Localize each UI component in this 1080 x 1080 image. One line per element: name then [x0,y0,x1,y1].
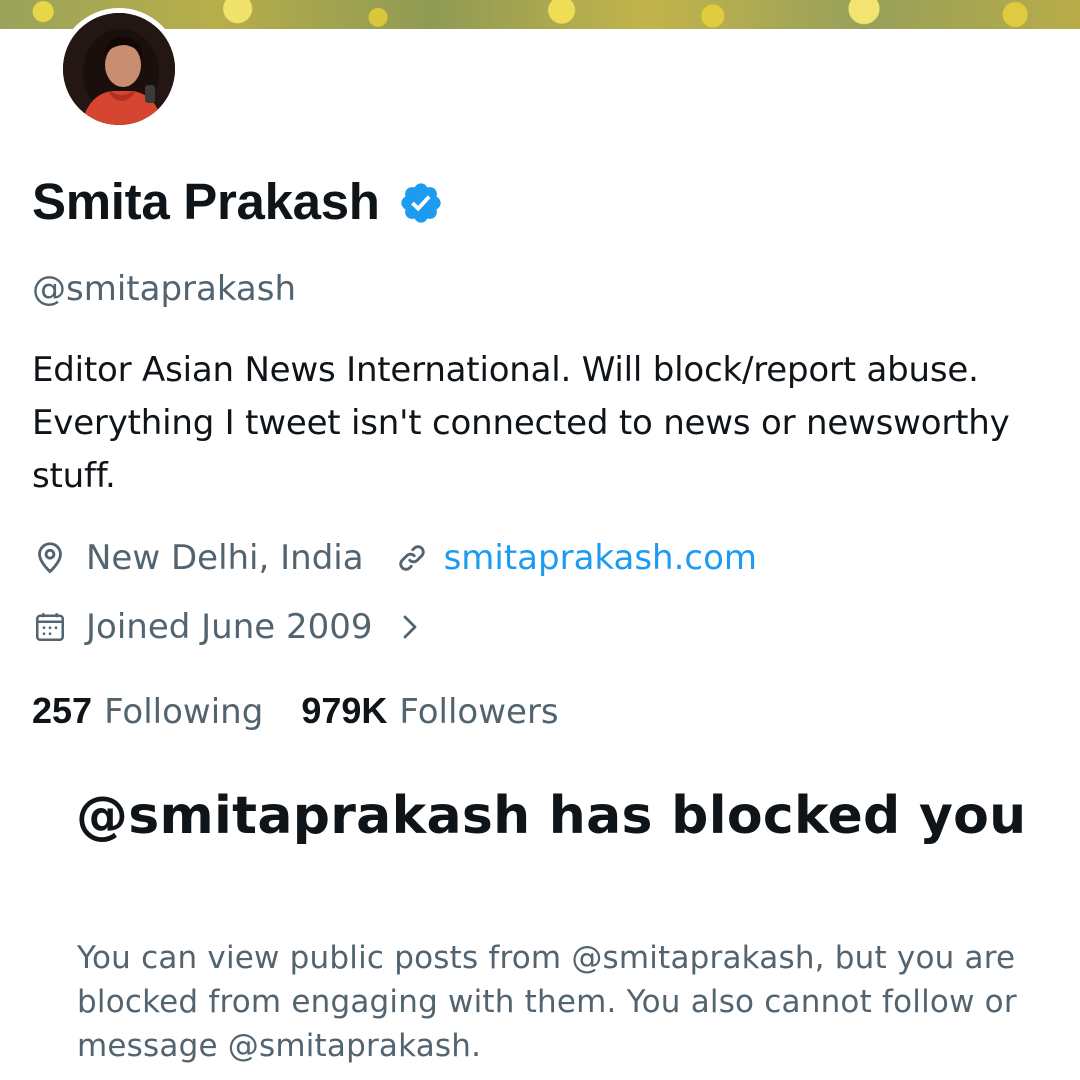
blocked-notice-description: You can view public posts from @smitapra… [77,940,1017,1064]
followers-label: Followers [399,692,559,732]
profile-website-link[interactable]: smitaprakash.com [444,538,757,578]
following-stat[interactable]: 257 Following [32,690,263,732]
following-count: 257 [32,690,93,731]
profile-bio: Editor Asian News International. Will bl… [32,350,1010,496]
calendar-icon [32,609,68,645]
followers-count: 979K [301,690,388,731]
avatar-photo [63,13,175,125]
profile-joined-date: Joined June 2009 [86,607,373,647]
display-name-row: Smita Prakash [32,172,444,231]
display-name: Smita Prakash [32,173,380,230]
profile-page: Smita Prakash @smitaprakash Editor Asian… [0,0,1080,1080]
profile-avatar[interactable] [58,8,180,130]
chevron-right-icon[interactable] [395,612,425,642]
link-icon [394,540,430,576]
profile-location: New Delhi, India [86,538,364,578]
location-pin-icon [32,540,68,576]
profile-joined-row[interactable]: Joined June 2009 [32,607,425,647]
blocked-notice-title: @smitaprakash has blocked you [76,786,1027,846]
profile-handle: @smitaprakash [32,269,297,309]
profile-stats: 257 Following 979K Followers [32,690,559,732]
followers-stat[interactable]: 979K Followers [301,690,558,732]
verified-badge-icon[interactable] [398,179,444,225]
profile-meta-row: New Delhi, India smitaprakash.com [32,538,757,578]
following-label: Following [104,692,264,732]
profile-banner[interactable] [0,0,1080,29]
